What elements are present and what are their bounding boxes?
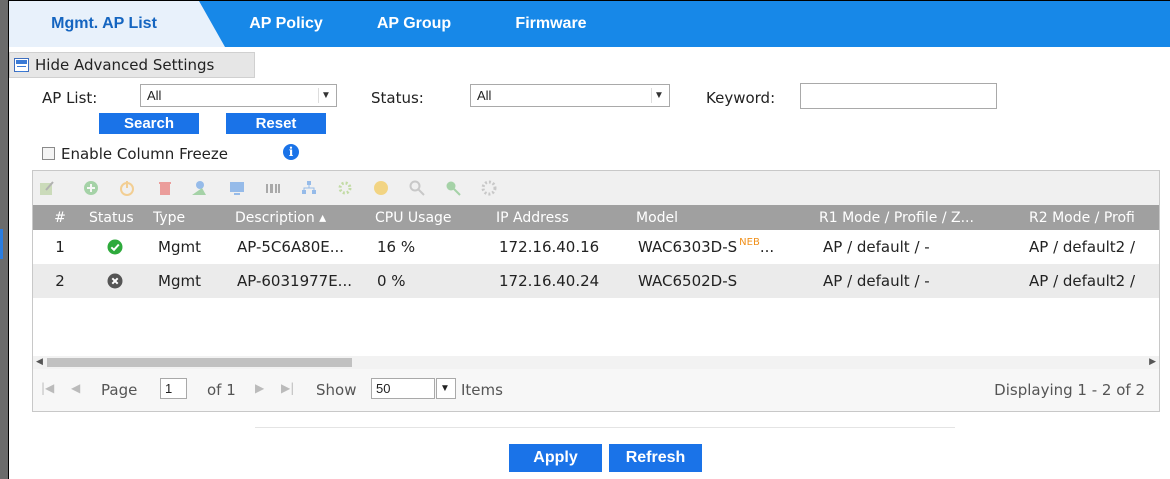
column-header-r1-mode[interactable]: R1 Mode / Profile / Z...: [819, 205, 1015, 230]
items-label: Items: [461, 381, 503, 399]
status-select[interactable]: All ▼: [470, 84, 670, 107]
left-edge-accent: [0, 229, 3, 259]
settings-icon[interactable]: [481, 180, 497, 196]
row-r2-mode: AP / default2 /: [1029, 238, 1136, 256]
column-header-description[interactable]: Description ▴: [235, 205, 370, 230]
chevron-down-icon: ▼: [651, 88, 666, 103]
search-button[interactable]: Search: [99, 113, 199, 134]
column-header-number[interactable]: #: [45, 205, 75, 230]
page-size-value: 50: [376, 381, 391, 396]
table-header: # Status Type Description ▴ CPU Usage IP…: [33, 205, 1159, 230]
ap-grid: # Status Type Description ▴ CPU Usage IP…: [32, 170, 1160, 412]
row-r1-mode: AP / default / -: [823, 272, 930, 290]
status-offline-icon: [107, 264, 127, 298]
column-header-status[interactable]: Status: [89, 205, 149, 230]
hide-advanced-settings-label: Hide Advanced Settings: [35, 56, 215, 74]
prev-page-icon[interactable]: ◀: [71, 381, 80, 395]
column-freeze-label: Enable Column Freeze: [61, 145, 229, 163]
column-header-model[interactable]: Model: [636, 205, 806, 230]
chevron-down-icon[interactable]: ▼: [436, 378, 456, 399]
model-name: WAC6303D-S: [638, 238, 738, 256]
row-ip-address: 172.16.40.24: [499, 272, 600, 290]
barcode-icon[interactable]: [265, 180, 281, 196]
row-cpu-usage: 0 %: [377, 272, 406, 290]
page-input[interactable]: 1: [160, 378, 187, 399]
power-icon[interactable]: [119, 180, 135, 196]
row-number: 2: [55, 272, 65, 290]
keyword-input[interactable]: [800, 83, 997, 109]
hide-advanced-settings-button[interactable]: Hide Advanced Settings: [9, 52, 255, 78]
refresh-icon[interactable]: [445, 180, 461, 196]
user-icon[interactable]: [191, 180, 207, 196]
scrollbar-thumb[interactable]: [47, 358, 352, 367]
page-label: Page: [101, 381, 138, 399]
column-header-ip-address[interactable]: IP Address: [496, 205, 626, 230]
column-header-type[interactable]: Type: [153, 205, 223, 230]
row-type: Mgmt: [158, 272, 201, 290]
ap-list-label: AP List:: [42, 89, 98, 107]
tab-ap-group[interactable]: AP Group: [364, 1, 464, 47]
edit-icon[interactable]: [39, 180, 55, 196]
pagination-bar: |◀ ◀ Page 1 of 1 ▶ ▶| Show 50 ▼ Items Di…: [33, 369, 1159, 411]
tab-mgmt-ap-list[interactable]: Mgmt. AP List: [29, 1, 179, 47]
scroll-right-icon[interactable]: ▶: [1149, 357, 1156, 367]
column-header-r2-mode[interactable]: R2 Mode / Profi: [1029, 205, 1159, 230]
page-size-select[interactable]: 50: [371, 378, 435, 399]
ap-list-select[interactable]: All ▼: [140, 84, 337, 107]
search-icon[interactable]: [409, 180, 425, 196]
last-page-icon[interactable]: ▶|: [281, 381, 294, 395]
row-cpu-usage: 16 %: [377, 238, 416, 256]
refresh-button[interactable]: Refresh: [609, 444, 702, 472]
scroll-left-icon[interactable]: ◀: [36, 357, 43, 367]
table-row[interactable]: 2 Mgmt AP-6031977E... 0 % 172.16.40.24 W…: [33, 264, 1159, 298]
page-count: of 1: [207, 381, 236, 399]
model-ellipsis: ...: [759, 238, 775, 256]
next-page-icon[interactable]: ▶: [255, 381, 264, 395]
app-frame: Mgmt. AP List AP Policy AP Group Firmwar…: [0, 0, 1170, 479]
row-ip-address: 172.16.40.16: [499, 238, 600, 256]
divider: [255, 427, 955, 428]
grid-toolbar: [33, 171, 1159, 205]
row-r1-mode: AP / default / -: [823, 238, 930, 256]
column-freeze-checkbox[interactable]: [42, 147, 55, 160]
row-description: AP-6031977E...: [237, 272, 352, 290]
add-icon[interactable]: [83, 180, 99, 196]
status-label: Status:: [371, 89, 424, 107]
panel-icon: [14, 58, 29, 72]
delete-icon[interactable]: [157, 180, 173, 196]
displaying-summary: Displaying 1 - 2 of 2: [994, 381, 1145, 399]
monitor-icon[interactable]: [229, 180, 245, 196]
tab-bar: Mgmt. AP List AP Policy AP Group Firmwar…: [9, 1, 1170, 47]
apply-button[interactable]: Apply: [509, 444, 602, 472]
first-page-icon[interactable]: |◀: [41, 381, 54, 395]
horizontal-scrollbar[interactable]: ◀ ▶: [33, 356, 1159, 369]
status-online-icon: [107, 230, 127, 264]
row-number: 1: [55, 238, 65, 256]
show-label: Show: [316, 381, 357, 399]
circle-icon[interactable]: [373, 180, 389, 196]
status-value: All: [477, 88, 492, 103]
chevron-down-icon: ▼: [318, 88, 333, 103]
row-r2-mode: AP / default2 /: [1029, 272, 1136, 290]
keyword-label: Keyword:: [706, 89, 776, 107]
neb-tag: NEB: [739, 236, 760, 248]
reset-button[interactable]: Reset: [226, 113, 326, 134]
row-model: WAC6502D-S: [638, 272, 738, 290]
tab-firmware[interactable]: Firmware: [501, 1, 601, 47]
row-model: WAC6303D-S NEB...: [638, 230, 818, 264]
network-icon[interactable]: [301, 180, 317, 196]
gear-icon[interactable]: [337, 180, 353, 196]
table-row[interactable]: 1 Mgmt AP-5C6A80E... 16 % 172.16.40.16 W…: [33, 230, 1159, 264]
row-description: AP-5C6A80E...: [237, 238, 345, 256]
ap-list-value: All: [147, 88, 162, 103]
info-icon[interactable]: i: [283, 144, 299, 160]
column-header-cpu-usage[interactable]: CPU Usage: [375, 205, 485, 230]
row-type: Mgmt: [158, 238, 201, 256]
tab-ap-policy[interactable]: AP Policy: [231, 1, 341, 47]
